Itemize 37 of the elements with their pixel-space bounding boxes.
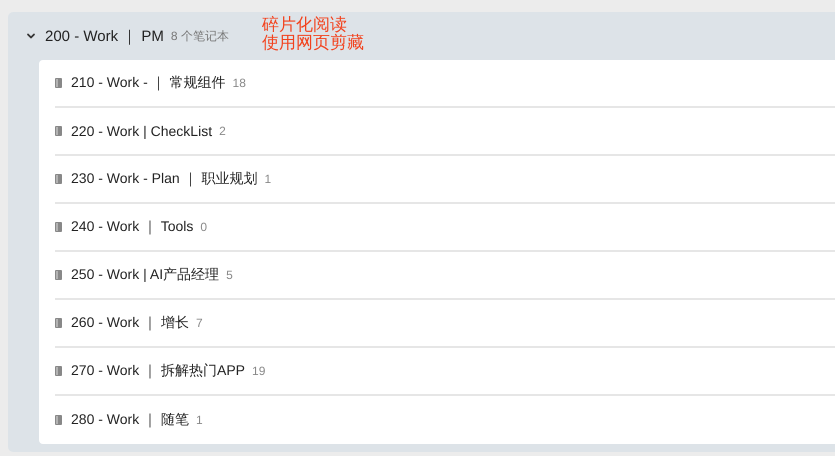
notebook-title: 280 - Work ｜ 随笔 [71, 411, 189, 429]
notebook-count: 8 个笔记本 [170, 28, 229, 44]
stack-header[interactable]: 200 - Work ｜ PM 8 个笔记本 碎片化阅读 使用网页剪藏 [8, 12, 835, 60]
note-count: 1 [264, 172, 272, 186]
note-count: 18 [232, 76, 246, 90]
notebook-row[interactable]: 240 - Work ｜ Tools 0 [55, 204, 835, 252]
notebook-row[interactable]: 210 - Work - ｜ 常规组件 18 [55, 60, 835, 108]
note-count: 19 [252, 364, 266, 378]
notebook-icon [55, 415, 62, 425]
notebook-title: 260 - Work ｜ 增长 [71, 314, 189, 332]
notebook-title: 270 - Work ｜ 拆解热门APP [71, 362, 246, 380]
note-count: 5 [226, 268, 233, 282]
notebook-title: 240 - Work ｜ Tools [71, 218, 194, 236]
notebook-icon [55, 318, 62, 328]
notebook-row[interactable]: 230 - Work - Plan ｜ 职业规划 1 [55, 156, 835, 204]
notebook-icon [55, 222, 62, 232]
annotation-text: 使用网页剪藏 [262, 34, 364, 52]
notebook-title: 210 - Work - ｜ 常规组件 [71, 74, 226, 92]
notebook-icon [55, 126, 62, 136]
notebook-title: 220 - Work | CheckList [71, 123, 212, 139]
notebook-icon [55, 174, 62, 184]
note-count: 1 [196, 413, 203, 427]
note-count: 2 [219, 124, 226, 138]
notebook-row[interactable]: 220 - Work | CheckList 2 [55, 108, 835, 156]
notebook-icon [55, 78, 62, 88]
notebook-row[interactable]: 270 - Work ｜ 拆解热门APP 19 [55, 348, 835, 396]
notebook-title: 250 - Work | AI产品经理 [71, 266, 220, 284]
note-count: 7 [196, 316, 203, 330]
notebook-icon [55, 270, 62, 280]
annotation-text: 碎片化阅读 [262, 16, 347, 34]
notebook-row[interactable]: 250 - Work | AI产品经理 5 [55, 252, 835, 300]
note-count: 0 [200, 220, 208, 234]
notebook-title: 230 - Work - Plan ｜ 职业规划 [71, 170, 258, 188]
stack-title: 200 - Work ｜ PM [45, 26, 164, 46]
notebook-row[interactable]: 280 - Work ｜ 随笔 1 [55, 396, 835, 444]
notebook-row[interactable]: 260 - Work ｜ 增长 7 [55, 300, 835, 348]
notebook-icon [55, 366, 62, 376]
